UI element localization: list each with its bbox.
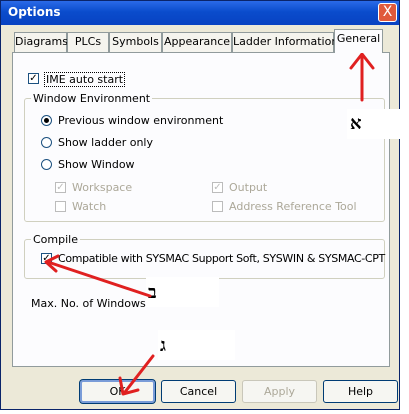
tab-general[interactable]: General — [334, 29, 383, 53]
annotation-arrows — [44, 52, 375, 396]
arrow-to-compile-checkbox — [44, 254, 152, 298]
arrow-to-ok-button — [118, 354, 155, 396]
arrow-to-general-tab — [349, 52, 375, 102]
